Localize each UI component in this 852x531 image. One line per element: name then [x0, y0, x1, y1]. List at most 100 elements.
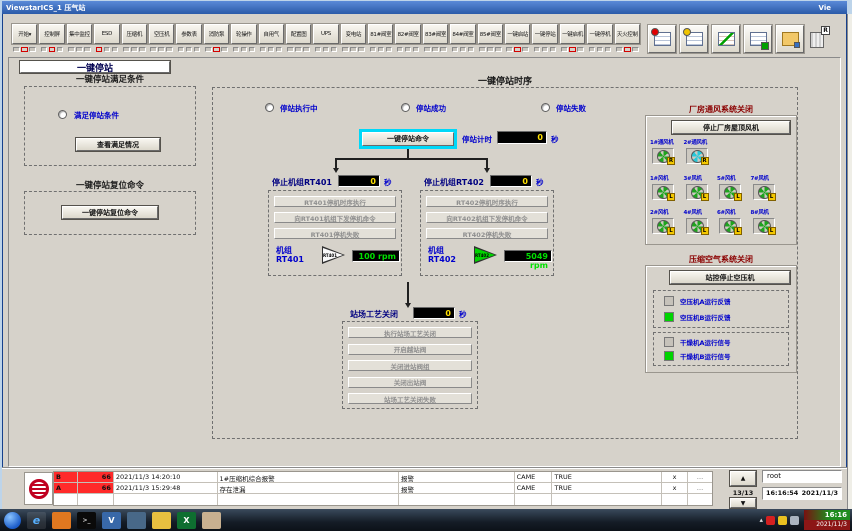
- toolbar-button[interactable]: 配置图: [286, 24, 311, 52]
- toolbar-button-face[interactable]: 开始▾: [12, 24, 37, 44]
- toolbar-button[interactable]: 81#阀室: [368, 24, 393, 52]
- stop-roof-fans-button[interactable]: 停止厂房屋顶风机: [672, 121, 790, 134]
- toolbar-button[interactable]: 一键停站: [532, 24, 557, 52]
- toolbar-button[interactable]: 85#阀室: [478, 24, 503, 52]
- alarm-page-down-button[interactable]: ▼: [730, 498, 756, 508]
- toolbar-button[interactable]: ESD: [94, 24, 119, 52]
- reset-command-button[interactable]: 一键停站复位命令: [62, 206, 158, 219]
- toolbar-button-face[interactable]: 85#阀室: [478, 24, 503, 44]
- alarm-page-up-button[interactable]: ▲: [730, 471, 756, 486]
- alarm-summary-icon[interactable]: [648, 25, 676, 53]
- toolbar-button[interactable]: 一键停机: [587, 24, 612, 52]
- stop-running-radio[interactable]: [265, 103, 274, 112]
- toolbar-button[interactable]: UPS: [313, 24, 338, 52]
- fan-unit[interactable]: 8#风机 L: [751, 208, 782, 234]
- event-summary-icon[interactable]: [680, 25, 708, 53]
- toolbar-button[interactable]: 开始▾: [12, 24, 37, 52]
- fan-tile[interactable]: L: [753, 218, 775, 234]
- toolbar-button[interactable]: 轮操作: [231, 24, 256, 52]
- fan-unit[interactable]: 6#风机 L: [717, 208, 748, 234]
- alarm-ack-cell[interactable]: x: [662, 483, 688, 493]
- background-window-sliver[interactable]: [847, 14, 852, 509]
- logout-icon[interactable]: R: [802, 26, 830, 54]
- toolbar-button[interactable]: 变电站: [341, 24, 366, 52]
- fan-unit[interactable]: 2#通风机 R: [684, 138, 715, 164]
- report-icon[interactable]: [744, 25, 772, 53]
- toolbar-button[interactable]: 自用气: [259, 24, 284, 52]
- toolbar-button-face[interactable]: 参数表: [176, 24, 201, 44]
- paint-icon[interactable]: [202, 512, 221, 529]
- one-key-stop-command-button[interactable]: 一键停站命令: [362, 132, 454, 146]
- toolbar-button-face[interactable]: 压缩机: [122, 24, 147, 44]
- toolbar-button-face[interactable]: 消防泵: [204, 24, 229, 44]
- window-titlebar[interactable]: ViewstarICS_1 压气站 Vie: [2, 1, 847, 14]
- speaker-icon[interactable]: [790, 516, 799, 525]
- vnc-viewer-icon[interactable]: V: [102, 512, 121, 529]
- stop-air-compressor-button[interactable]: 站控停止空压机: [670, 271, 790, 284]
- toolbar-button[interactable]: 82#阀室: [395, 24, 420, 52]
- terminal-icon[interactable]: >_: [77, 512, 96, 529]
- toolbar-button-face[interactable]: ESD: [94, 24, 119, 44]
- fan-tile[interactable]: L: [719, 184, 741, 200]
- ie-icon[interactable]: e: [27, 512, 46, 529]
- toolbar-button-face[interactable]: 轮操作: [231, 24, 256, 44]
- toolbar-button-face[interactable]: 空压机: [149, 24, 174, 44]
- toolbar-button[interactable]: 灭火控制: [615, 24, 640, 52]
- tray-clock[interactable]: 16:16 2021/11/3: [804, 510, 850, 530]
- fan-tile[interactable]: R: [686, 148, 708, 164]
- toolbar-button-face[interactable]: 81#阀室: [368, 24, 393, 44]
- toolbar-button-face[interactable]: 灭火控制: [615, 24, 640, 44]
- alarm-row[interactable]: A 66 2021/11/3 15:29:48 存在泄漏 报警 CAME TRU…: [54, 483, 712, 494]
- toolbar-button-face[interactable]: 自用气: [259, 24, 284, 44]
- security-alert-icon[interactable]: [766, 516, 775, 525]
- archive-icon[interactable]: [776, 25, 804, 53]
- condition-met-radio[interactable]: [58, 110, 67, 119]
- alarm-row[interactable]: B 66 2021/11/3 14:20:10 1#压缩机综合报警 报警 CAM…: [54, 472, 712, 483]
- excel-icon[interactable]: X: [177, 512, 196, 529]
- alarm-ack-cell[interactable]: x: [662, 472, 688, 482]
- toolbar-button-face[interactable]: 一键启机: [560, 24, 585, 44]
- toolbar-button[interactable]: 一键启站: [505, 24, 530, 52]
- toolbar-button-face[interactable]: 集中监控: [67, 24, 92, 44]
- fan-unit[interactable]: 1#风机 L: [650, 174, 681, 200]
- hidden-icons-chevron[interactable]: ▴: [759, 516, 763, 524]
- toolbar-button-face[interactable]: 一键停机: [587, 24, 612, 44]
- fan-unit[interactable]: 5#风机 L: [717, 174, 748, 200]
- toolbar-button[interactable]: 控制屏: [39, 24, 64, 52]
- fan-unit[interactable]: 3#风机 L: [684, 174, 715, 200]
- toolbar-button-face[interactable]: 变电站: [341, 24, 366, 44]
- toolbar-button-face[interactable]: 配置图: [286, 24, 311, 44]
- toolbar-button-face[interactable]: 一键启站: [505, 24, 530, 44]
- fan-tile[interactable]: L: [753, 184, 775, 200]
- toolbar-button[interactable]: 一键启机: [560, 24, 585, 52]
- app-icon-orange[interactable]: [52, 512, 71, 529]
- view-conditions-button[interactable]: 查看满足情况: [76, 138, 160, 151]
- folder-icon[interactable]: [152, 512, 171, 529]
- update-icon[interactable]: [778, 516, 787, 525]
- toolbar-button[interactable]: 空压机: [149, 24, 174, 52]
- alarm-more-cell[interactable]: …: [688, 483, 712, 493]
- stop-success-radio[interactable]: [401, 103, 410, 112]
- toolbar-button-face[interactable]: 84#阀室: [450, 24, 475, 44]
- fan-tile[interactable]: L: [686, 218, 708, 234]
- toolbar-button[interactable]: 压缩机: [122, 24, 147, 52]
- trend-icon[interactable]: [712, 25, 740, 53]
- fan-unit[interactable]: 4#风机 L: [684, 208, 715, 234]
- fan-unit[interactable]: 7#风机 L: [751, 174, 782, 200]
- toolbar-button-face[interactable]: 83#阀室: [423, 24, 448, 44]
- toolbar-button[interactable]: 83#阀室: [423, 24, 448, 52]
- start-button[interactable]: [4, 512, 21, 529]
- toolbar-button[interactable]: 消防泵: [204, 24, 229, 52]
- fan-tile[interactable]: R: [652, 148, 674, 164]
- fan-tile[interactable]: L: [686, 184, 708, 200]
- fan-tile[interactable]: L: [652, 184, 674, 200]
- toolbar-button-face[interactable]: 一键停站: [532, 24, 557, 44]
- fan-tile[interactable]: L: [652, 218, 674, 234]
- fan-tile[interactable]: L: [719, 218, 741, 234]
- stop-fail-radio[interactable]: [541, 103, 550, 112]
- toolbar-button[interactable]: 参数表: [176, 24, 201, 52]
- toolbar-button[interactable]: 集中监控: [67, 24, 92, 52]
- fan-unit[interactable]: 2#风机 L: [650, 208, 681, 234]
- alarm-more-cell[interactable]: …: [688, 472, 712, 482]
- toolbar-button[interactable]: 84#阀室: [450, 24, 475, 52]
